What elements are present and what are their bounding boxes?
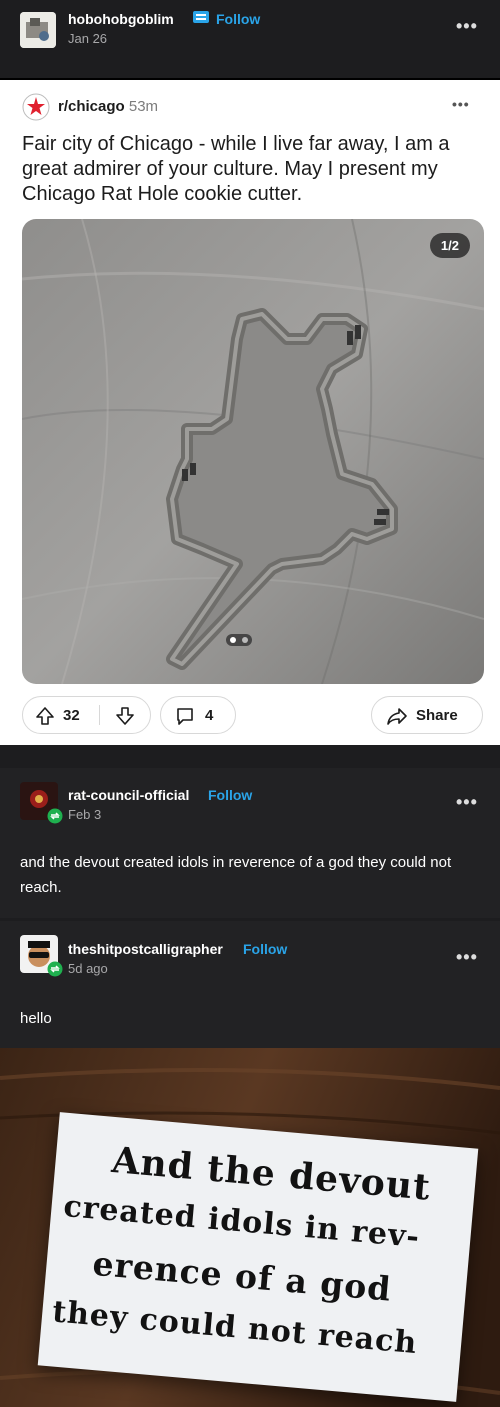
reblog-badge-icon (47, 808, 63, 829)
follow-button[interactable]: Follow (243, 941, 287, 957)
downvote-icon[interactable] (115, 706, 135, 730)
reblog-date[interactable]: Feb 3 (68, 807, 101, 822)
cookie-cutter-photo[interactable]: 1/2 (22, 219, 484, 684)
reblog-calligrapher: theshitpostcalligrapher Follow 5d ago ••… (0, 921, 500, 1048)
post-date[interactable]: Jan 26 (68, 31, 107, 46)
username[interactable]: rat-council-official (68, 787, 189, 803)
upvote-icon[interactable] (35, 706, 55, 730)
image-counter: 1/2 (429, 233, 470, 258)
reblog-text: hello (20, 1010, 52, 1027)
calligraphy-line-3: erence of a god (91, 1243, 394, 1309)
vote-pill: 32 (22, 696, 151, 734)
share-label: Share (416, 707, 458, 724)
calligraphy-photo[interactable]: And the devout created idols in rev- ere… (0, 1048, 500, 1407)
calligraphy-paper: And the devout created idols in rev- ere… (37, 1112, 479, 1402)
reddit-more-icon[interactable]: ••• (452, 96, 470, 112)
upvote-count: 32 (63, 707, 80, 724)
reblog-text: and the devout created idols in reverenc… (20, 854, 452, 896)
follow-button[interactable]: Follow (208, 787, 252, 803)
more-options-icon[interactable]: ••• (456, 947, 478, 968)
username[interactable]: theshitpostcalligrapher (68, 941, 223, 957)
subreddit-name[interactable]: r/chicago 53m (58, 98, 158, 115)
reblog-badge-icon (47, 961, 63, 982)
reblog-date[interactable]: 5d ago (68, 961, 108, 976)
hobohobgoblim-avatar[interactable] (20, 12, 56, 48)
more-options-icon[interactable]: ••• (456, 16, 478, 37)
comments-button[interactable]: 4 (160, 696, 236, 734)
reddit-screenshot: r/chicago 53m ••• Fair city of Chicago -… (0, 78, 500, 745)
post-age: 53m (128, 98, 159, 115)
comment-count: 4 (205, 707, 214, 724)
comment-icon (175, 706, 195, 730)
blog-badge-icon (191, 9, 211, 30)
share-icon (386, 706, 408, 730)
subreddit-label[interactable]: r/chicago (58, 98, 125, 115)
original-post-header: hobohobgoblim Follow Jan 26 ••• (0, 0, 500, 78)
follow-button[interactable]: Follow (216, 11, 260, 27)
subreddit-icon (22, 93, 50, 126)
share-button[interactable]: Share (371, 696, 483, 734)
username[interactable]: hobohobgoblim (68, 11, 174, 27)
vote-divider (99, 705, 100, 725)
more-options-icon[interactable]: ••• (456, 792, 478, 813)
reddit-post-title: Fair city of Chicago - while I live far … (22, 133, 450, 205)
reblog-rat-council: rat-council-official Follow Feb 3 ••• an… (0, 768, 500, 918)
